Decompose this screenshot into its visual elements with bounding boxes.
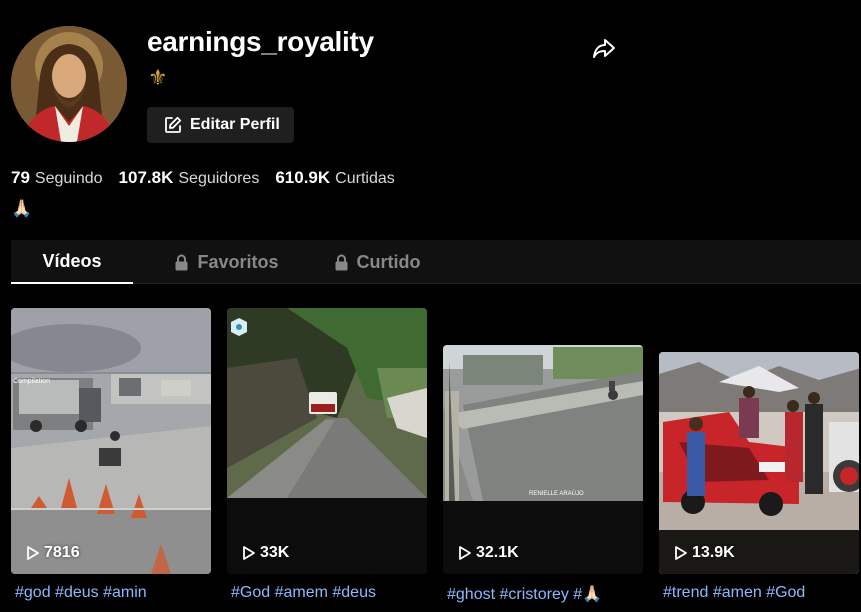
video-caption[interactable]: #god #deus #amin [15,584,215,602]
thumb-watermark: RENIELLE ARAÚJO [529,490,584,497]
video-thumbnail [227,308,427,574]
thumb-text-compilation: Compilation [13,378,50,385]
tab-favorites-label: Favoritos [197,251,279,272]
edit-icon [165,116,182,133]
play-icon [27,546,39,560]
view-count: 13.9K [674,544,735,562]
followers-stat[interactable]: 107.8K Seguidores [119,168,260,188]
share-button[interactable] [590,34,618,62]
video-card[interactable]: 13.9K [659,352,859,574]
edit-profile-label: Editar Perfil [190,116,280,133]
view-count: 32.1K [458,544,519,562]
edit-profile-button[interactable]: Editar Perfil [147,107,294,143]
video-thumbnail [659,352,859,574]
tab-videos[interactable]: Vídeos [11,240,133,284]
view-count: 7816 [26,544,80,562]
video-thumbnail: RENIELLE ARAÚJO [443,345,643,574]
following-stat[interactable]: 79 Seguindo [11,168,103,188]
following-label: Seguindo [34,170,103,187]
following-count: 79 [11,168,30,187]
view-count-text: 7816 [44,544,80,561]
lock-icon [175,254,188,270]
likes-stat: 610.9K Curtidas [275,168,394,188]
avatar-image [11,26,127,142]
video-caption[interactable]: #trend #amen #God [663,584,861,602]
profile-username: earnings_royality [147,26,374,57]
tab-liked[interactable]: Curtido [312,240,442,284]
followers-count: 107.8K [118,168,174,187]
video-grid: Compilation 7816 33K RENIELLE ARAÚJO 32.… [11,308,861,612]
tab-favorites[interactable]: Favoritos [149,240,304,284]
profile-tabs: Vídeos Favoritos Curtido [11,240,861,284]
video-thumbnail: Compilation [11,308,211,574]
share-icon [593,39,615,58]
play-icon [675,546,687,560]
profile-avatar[interactable] [11,26,127,142]
video-card[interactable]: Compilation 7816 [11,308,211,574]
video-card[interactable]: 33K [227,308,427,574]
video-caption[interactable]: #God #amem #deus [231,584,431,602]
likes-label: Curtidas [335,170,395,187]
fleur-de-lis-icon: ⚜ [148,65,168,90]
play-icon [243,546,255,560]
tab-liked-label: Curtido [356,251,421,272]
video-caption[interactable]: #ghost #cristorey #🙏🏻 [447,584,647,604]
video-card[interactable]: RENIELLE ARAÚJO 32.1K [443,345,643,574]
profile-bio: 🙏🏻 [11,199,33,218]
view-count-text: 32.1K [476,544,519,561]
view-count-text: 13.9K [692,544,735,561]
likes-count: 610.9K [275,168,331,187]
play-icon [459,546,471,560]
tab-videos-label: Vídeos [42,250,102,271]
lock-icon [335,254,347,270]
view-count-text: 33K [260,544,290,561]
profile-stats: 79 Seguindo 107.8K Seguidores 610.9K Curtid… [11,168,395,188]
view-count: 33K [242,544,289,562]
followers-label: Seguidores [178,170,260,187]
